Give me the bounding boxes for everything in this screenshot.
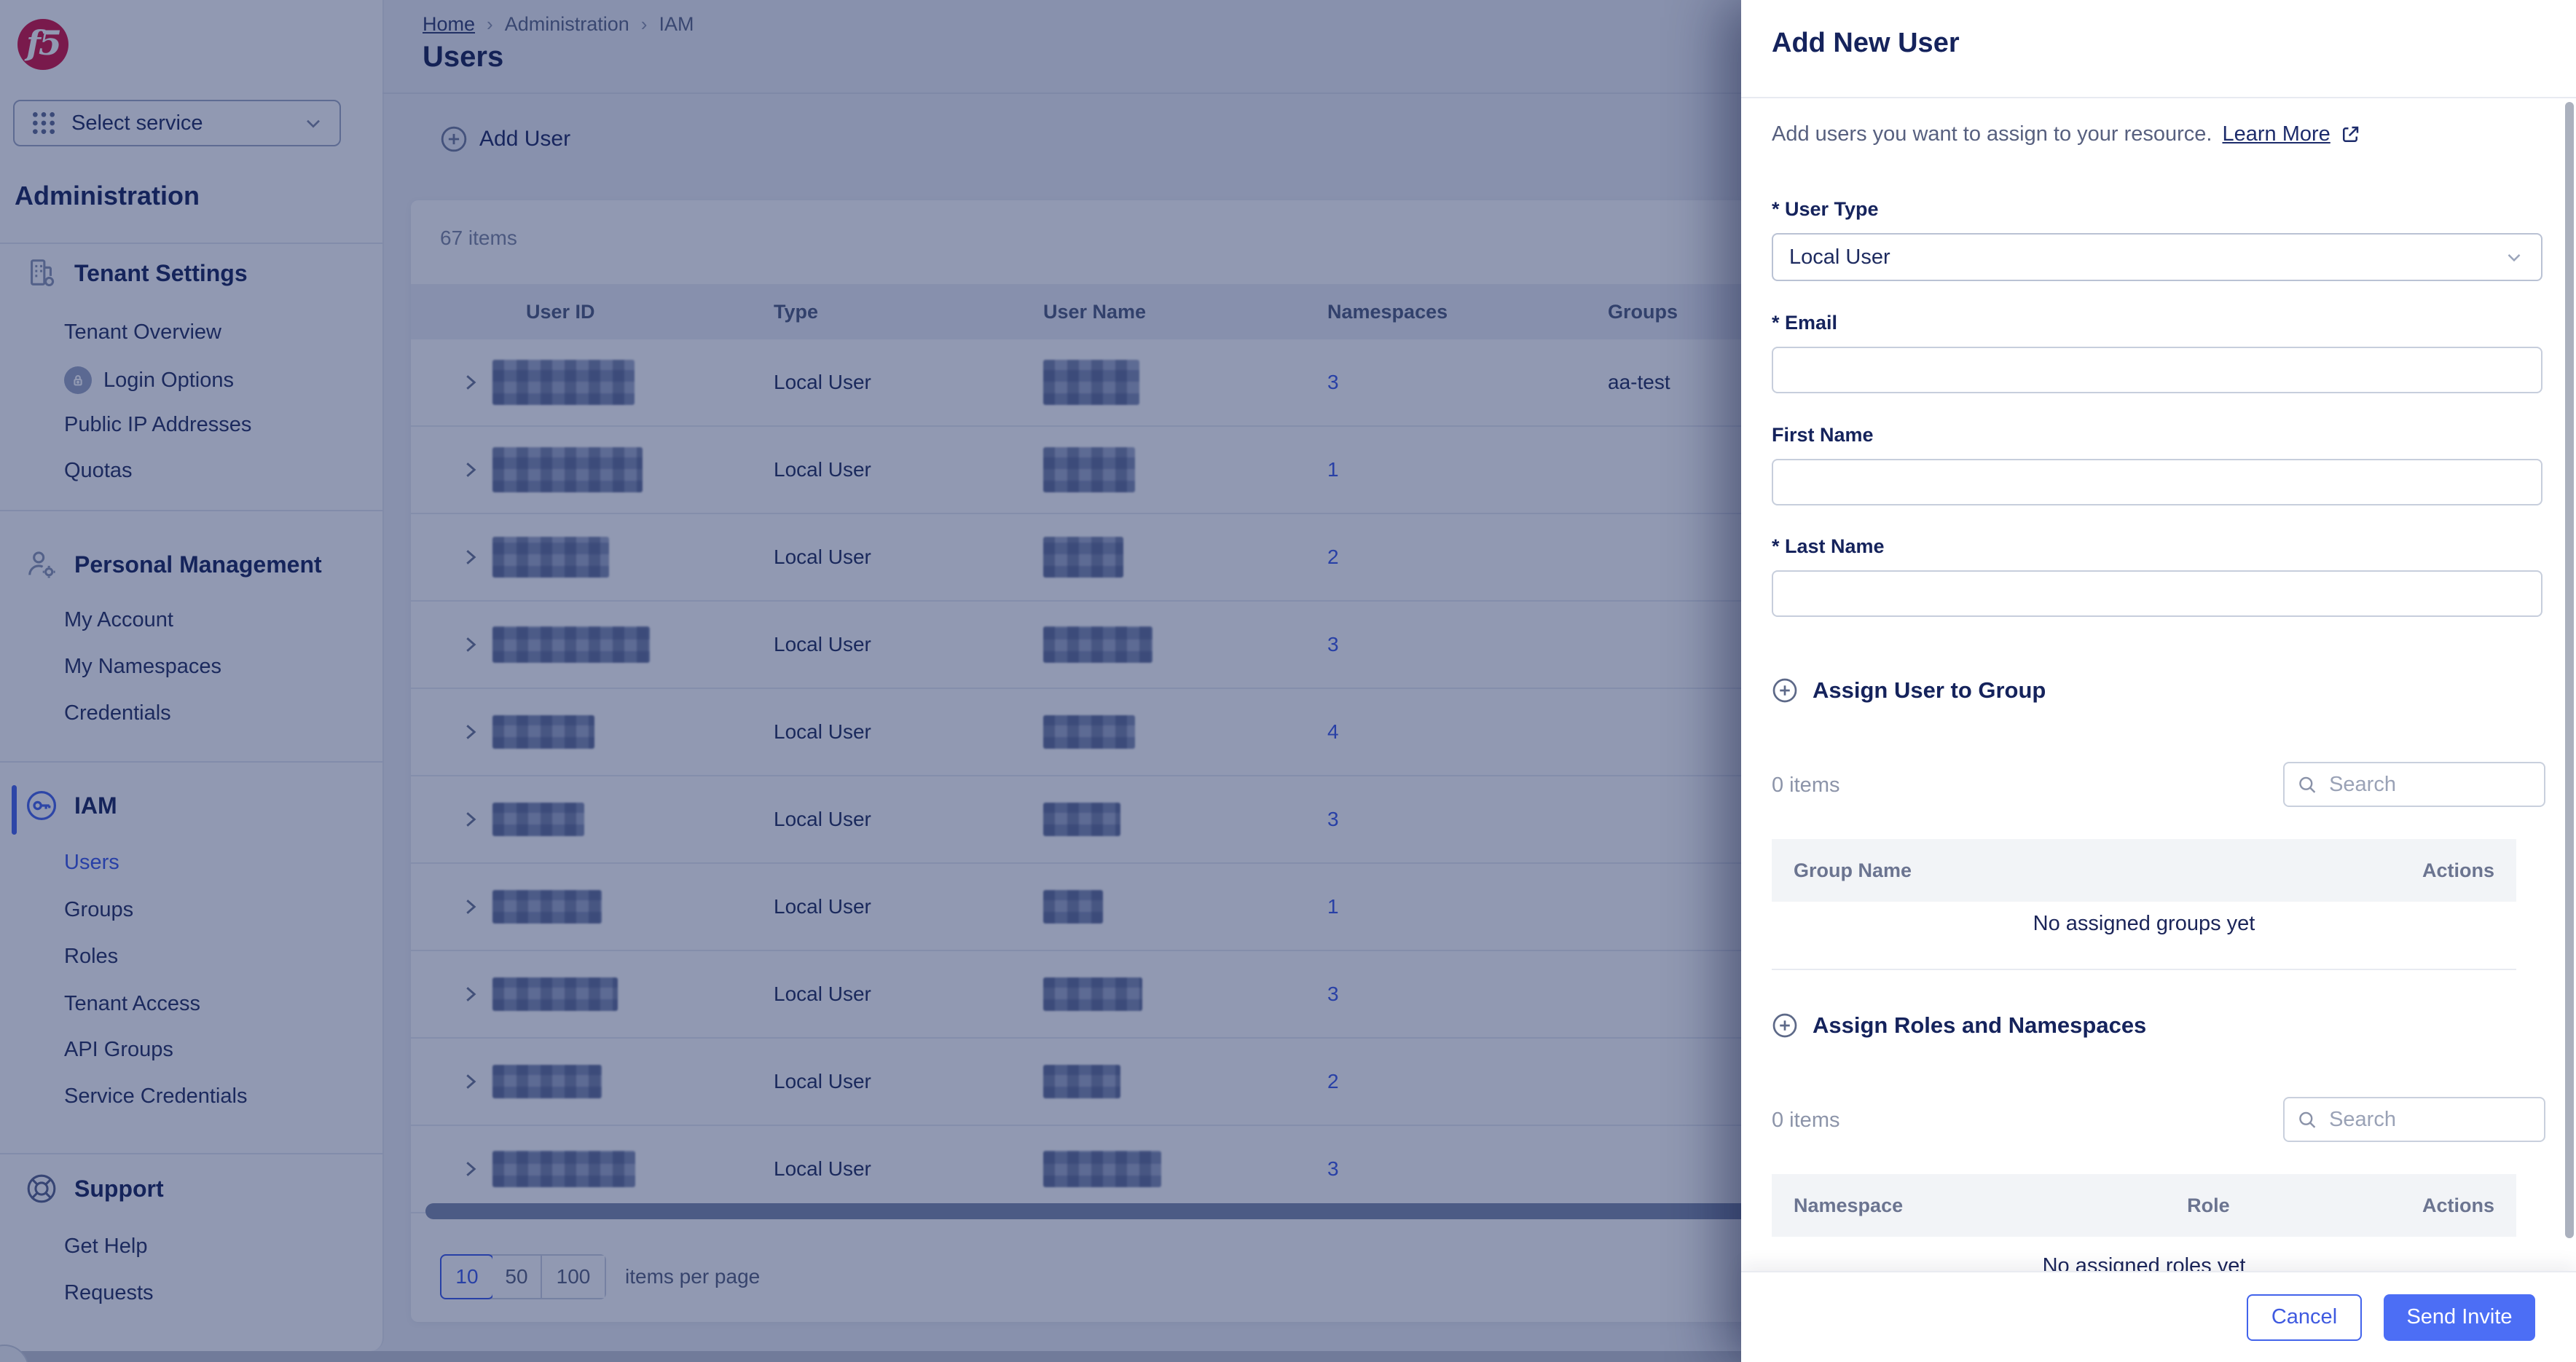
plus-circle-icon <box>1772 1013 1797 1038</box>
groups-items-count: 0 items <box>1772 773 1840 797</box>
user-type-select[interactable]: Local User <box>1772 233 2542 281</box>
user-type-label: * User Type <box>1772 198 1879 220</box>
cancel-button[interactable]: Cancel <box>2247 1294 2362 1341</box>
roles-table-header: Namespace Role Actions <box>1772 1174 2516 1237</box>
roles-search[interactable] <box>2283 1097 2545 1142</box>
actions-column: Actions <box>2422 859 2494 881</box>
groups-search[interactable] <box>2283 762 2545 807</box>
search-icon <box>2299 1111 2316 1128</box>
plus-circle-icon <box>1772 678 1797 703</box>
actions-column: Actions <box>2422 1194 2494 1216</box>
first-name-field[interactable] <box>1772 459 2542 505</box>
modal-backdrop[interactable] <box>0 0 1741 1362</box>
email-field[interactable] <box>1772 347 2542 393</box>
email-label: * Email <box>1772 312 1838 334</box>
assign-roles-heading: Assign Roles and Namespaces <box>1813 1012 2147 1038</box>
groups-empty-text: No assigned groups yet <box>2033 912 2255 935</box>
section-divider <box>1772 969 2516 970</box>
external-link-icon[interactable] <box>2339 124 2361 146</box>
chevron-down-icon <box>2508 253 2521 262</box>
roles-search-input[interactable] <box>2328 1106 2532 1133</box>
app-screen: f5 Select service Administration Tenant … <box>0 0 2576 1362</box>
groups-table-header: Group Name Actions <box>1772 839 2516 902</box>
last-name-label: * Last Name <box>1772 535 1885 557</box>
panel-header-divider <box>1741 97 2576 98</box>
panel-title: Add New User <box>1772 28 1960 58</box>
assign-roles-section-header[interactable]: Assign Roles and Namespaces <box>1772 1012 2146 1039</box>
vertical-scrollbar[interactable] <box>2565 102 2574 1238</box>
send-invite-button[interactable]: Send Invite <box>2384 1294 2535 1341</box>
last-name-field[interactable] <box>1772 570 2542 617</box>
group-name-column: Group Name <box>1794 859 1912 881</box>
role-column: Role <box>2187 1194 2230 1216</box>
user-type-value: Local User <box>1789 245 1890 269</box>
assign-group-heading: Assign User to Group <box>1813 677 2046 703</box>
panel-footer: Cancel Send Invite <box>1741 1271 2576 1362</box>
assign-group-section-header[interactable]: Assign User to Group <box>1772 677 2046 704</box>
namespace-column: Namespace <box>1794 1194 1904 1216</box>
roles-items-count: 0 items <box>1772 1109 1840 1132</box>
first-name-label: First Name <box>1772 424 1874 446</box>
groups-search-input[interactable] <box>2328 771 2532 798</box>
add-new-user-panel: Add New User Add users you want to assig… <box>1741 0 2576 1362</box>
panel-description: Add users you want to assign to your res… <box>1772 122 2361 146</box>
learn-more-link[interactable]: Learn More <box>2222 122 2330 146</box>
search-icon <box>2299 776 2316 793</box>
